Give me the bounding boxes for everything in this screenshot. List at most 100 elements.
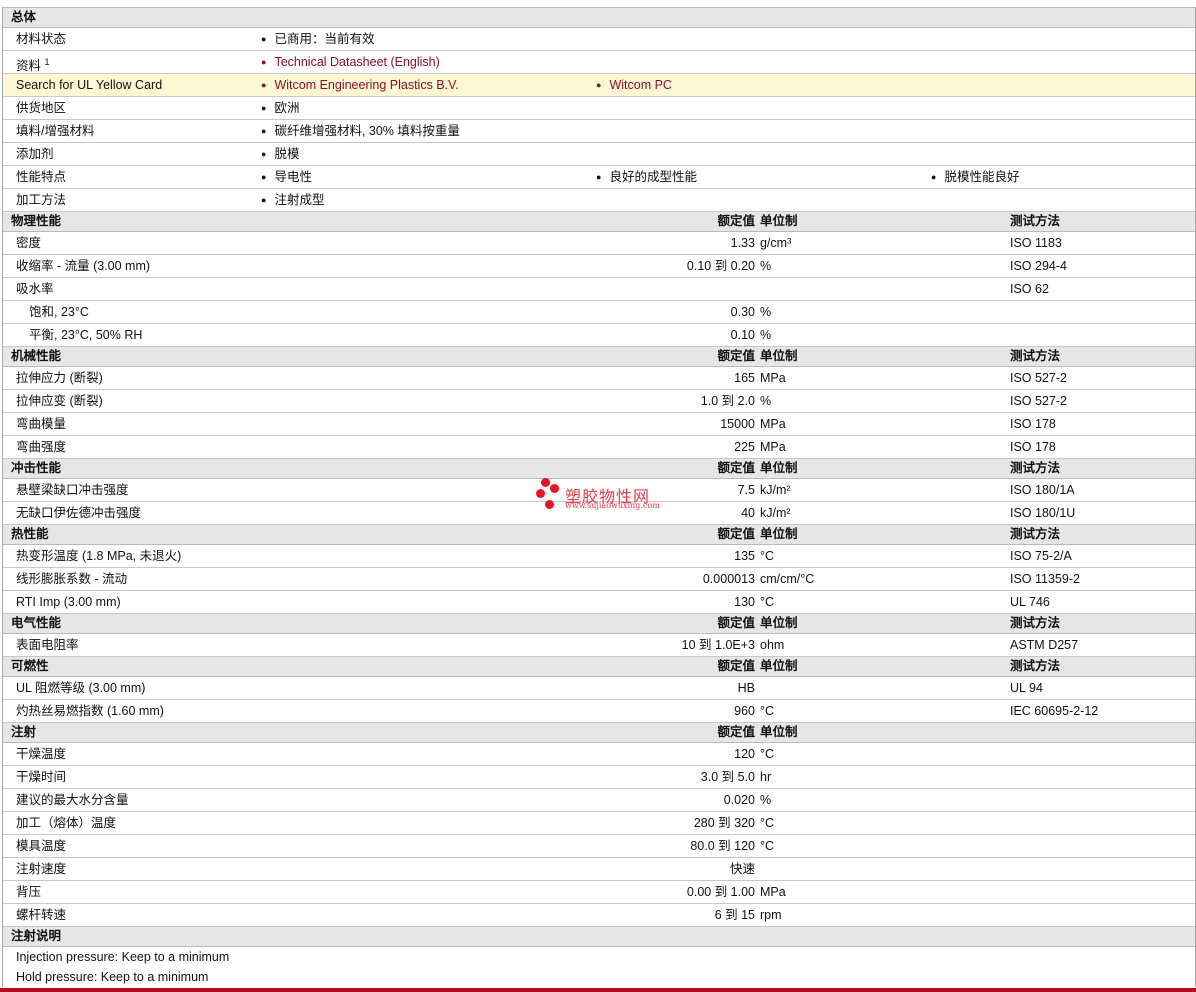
row-label: 加工方法	[16, 189, 66, 211]
property-value: 15000	[720, 417, 755, 431]
footer-bar	[0, 988, 1196, 992]
footnote-marker: 1	[44, 57, 50, 67]
general-row: Search for UL Yellow Card Witcom Engineer…	[3, 74, 1195, 97]
property-label: 背压	[16, 885, 42, 899]
general-row: 供货地区 欧洲	[3, 97, 1195, 120]
property-unit: °C	[760, 816, 775, 830]
test-method-column-header: 测试方法	[1010, 461, 1061, 475]
row-label-text: 加工方法	[16, 193, 67, 207]
section-title: 总体	[11, 10, 37, 24]
note-line: Injection pressure: Keep to a minimum	[16, 950, 230, 964]
property-unit: kJ/m²	[760, 483, 791, 497]
row-value: 碳纤维增强材料, 30% 填料按重量	[261, 120, 459, 143]
section-header-notes: 注射说明	[3, 927, 1195, 947]
property-label: 拉伸应变 (断裂)	[16, 394, 103, 408]
property-value: 225	[734, 440, 755, 454]
property-row: 热变形温度 (1.8 MPa, 未退火) 135 °C ISO 75-2/A	[3, 545, 1195, 568]
property-row: 吸水率 ISO 62	[3, 278, 1195, 301]
property-unit: °C	[760, 549, 775, 563]
property-label: 密度	[16, 236, 42, 250]
property-unit: %	[760, 394, 772, 408]
row-value: 注射成型	[261, 189, 324, 212]
section-title: 电气性能	[11, 616, 62, 630]
watermark-logo: 塑胶物性网 www.sujiaowuxing.com	[536, 478, 666, 514]
section-header: 物理性能 额定值 单位制 测试方法	[3, 212, 1195, 232]
section-header: 热性能 额定值 单位制 测试方法	[3, 525, 1195, 545]
section-title: 热性能	[11, 527, 49, 541]
property-label: UL 阻燃等级 (3.00 mm)	[16, 681, 146, 695]
note-line: Hold pressure: Keep to a minimum	[16, 970, 209, 984]
unit-column-header: 单位制	[760, 725, 798, 739]
property-row: 拉伸应力 (断裂) 165 MPa ISO 527-2	[3, 367, 1195, 390]
test-method: ISO 62	[1010, 282, 1049, 296]
row-label: 供货地区	[16, 97, 66, 119]
test-method: ISO 1183	[1010, 236, 1062, 250]
property-label: 弯曲强度	[16, 440, 67, 454]
general-row: 资料 1 Technical Datasheet (English)	[3, 51, 1195, 74]
value-column-header: 额定值	[717, 616, 755, 630]
property-unit: %	[760, 328, 772, 342]
general-row: 添加剂 脱模	[3, 143, 1195, 166]
row-label-text: 资料	[16, 59, 42, 74]
section-header-general: 总体	[3, 8, 1195, 28]
value-column-header: 额定值	[717, 349, 755, 363]
property-unit: kJ/m²	[760, 506, 791, 520]
value-column-header: 额定值	[717, 725, 755, 739]
property-value: 135	[734, 549, 755, 563]
property-unit: cm/cm/°C	[760, 572, 815, 586]
property-unit: °C	[760, 839, 775, 853]
property-label: 干燥温度	[16, 747, 67, 761]
property-label: 表面电阻率	[16, 638, 79, 652]
property-row: 收缩率 - 流量 (3.00 mm) 0.10 到 0.20% ISO 294-4	[3, 255, 1195, 278]
property-label: 拉伸应力 (断裂)	[16, 371, 103, 385]
property-label: 平衡, 23°C, 50% RH	[29, 328, 143, 342]
datasheet-link[interactable]: Witcom Engineering Plastics B.V.	[261, 74, 458, 97]
test-method-column-header: 测试方法	[1010, 349, 1061, 363]
row-label: 填料/增强材料	[16, 120, 94, 142]
property-label: 建议的最大水分含量	[16, 793, 129, 807]
unit-column-header: 单位制	[760, 461, 798, 475]
property-label: 悬壁梁缺口冲击强度	[16, 483, 129, 497]
section-header: 可燃性 额定值 单位制 测试方法	[3, 657, 1195, 677]
row-value: 导电性	[261, 166, 312, 189]
datasheet-link[interactable]: Technical Datasheet (English)	[261, 51, 439, 74]
property-label: 加工（熔体）温度	[16, 816, 117, 830]
property-row: 平衡, 23°C, 50% RH 0.10%	[3, 324, 1195, 347]
test-method: ISO 75-2/A	[1010, 549, 1072, 563]
general-row: 性能特点 导电性 良好的成型性能 脱模性能良好	[3, 166, 1195, 189]
row-label: 材料状态	[16, 28, 66, 50]
property-unit: MPa	[760, 371, 786, 385]
general-row: 填料/增强材料 碳纤维增强材料, 30% 填料按重量	[3, 120, 1195, 143]
property-label: 弯曲模量	[16, 417, 67, 431]
property-label: 吸水率	[16, 282, 54, 296]
property-row: 拉伸应变 (断裂) 1.0 到 2.0% ISO 527-2	[3, 390, 1195, 413]
property-value: 1.33	[730, 236, 755, 250]
property-row: 弯曲模量 15000 MPa ISO 178	[3, 413, 1195, 436]
test-method: ISO 294-4	[1010, 259, 1067, 273]
property-row: RTI Imp (3.00 mm) 130 °C UL 746	[3, 591, 1195, 614]
test-method: UL 746	[1010, 595, 1050, 609]
property-row: 弯曲强度 225 MPa ISO 178	[3, 436, 1195, 459]
value-column-header: 额定值	[717, 527, 755, 541]
row-label-text: Search for UL Yellow Card	[16, 78, 163, 92]
property-label: 模具温度	[16, 839, 67, 853]
row-label-text: 添加剂	[16, 147, 54, 161]
property-value: 280 到 320	[693, 816, 755, 830]
property-value: 0.020	[723, 793, 755, 807]
section-header: 电气性能 额定值 单位制 测试方法	[3, 614, 1195, 634]
property-row: 背压 0.00 到 1.00 MPa	[3, 881, 1195, 904]
datasheet-link[interactable]: Witcom PC	[596, 74, 672, 97]
value-column-header: 额定值	[717, 461, 755, 475]
property-label: 干燥时间	[16, 770, 67, 784]
row-label: 添加剂	[16, 143, 54, 165]
property-value: 130	[734, 595, 755, 609]
property-unit: g/cm³	[760, 236, 792, 250]
property-row: 注射速度 快速	[3, 858, 1195, 881]
property-row: 表面电阻率 10 到 1.0E+3 ohm ASTM D257	[3, 634, 1195, 657]
property-row: UL 阻燃等级 (3.00 mm) HB UL 94	[3, 677, 1195, 700]
section-title: 注射说明	[11, 929, 62, 943]
unit-column-header: 单位制	[760, 527, 798, 541]
property-label: 螺杆转速	[16, 908, 67, 922]
property-value: 10 到 1.0E+3	[681, 638, 755, 652]
property-unit: °C	[760, 747, 775, 761]
